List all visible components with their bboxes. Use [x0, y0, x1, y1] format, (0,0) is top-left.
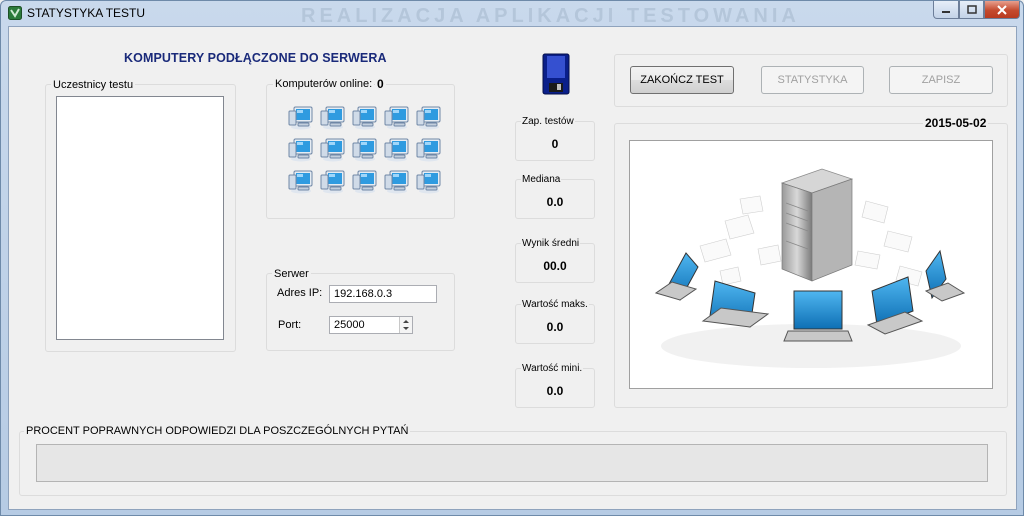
computer-monitor-icon	[352, 136, 378, 162]
port-label: Port:	[276, 319, 304, 331]
max-box: Wartość maks. 0.0	[515, 299, 595, 344]
tests-count-label: Zap. testów	[521, 116, 575, 127]
computers-online-label: Komputerów online:	[273, 78, 375, 90]
port-stepper-buttons[interactable]	[399, 317, 412, 333]
client-area: KOMPUTERY PODŁĄCZONE DO SERWERA Uczestni…	[8, 26, 1017, 510]
computer-monitor-icon	[416, 104, 442, 130]
save-button[interactable]: ZAPISZ	[889, 66, 993, 94]
average-label: Wynik średni	[521, 238, 581, 249]
port-stepper[interactable]: 25000	[329, 316, 413, 334]
tests-count-box: Zap. testów 0	[515, 116, 595, 161]
laptop-icon	[866, 276, 924, 335]
computer-monitor-icon	[288, 104, 314, 130]
computer-monitor-icon	[384, 168, 410, 194]
port-value: 25000	[334, 319, 365, 331]
title-bar[interactable]: STATYSTYKA TESTU REALIZACJA APLIKACJI TE…	[1, 1, 1023, 27]
minimize-button[interactable]	[933, 1, 959, 19]
computer-monitor-icon	[352, 104, 378, 130]
app-icon	[8, 6, 22, 20]
date-label: 2015-05-02	[923, 116, 989, 130]
min-value: 0.0	[546, 384, 564, 398]
floppy-disk-icon[interactable]	[542, 53, 570, 95]
illustration-svg	[654, 168, 966, 368]
computer-monitor-icon	[288, 136, 314, 162]
percent-label: PROCENT POPRAWNYCH ODPOWIEDZI DLA POSZCZ…	[24, 425, 411, 437]
median-value: 0.0	[546, 195, 564, 209]
laptop-icon	[924, 249, 966, 302]
max-label: Wartość maks.	[521, 299, 589, 310]
laptop-icon	[654, 252, 699, 301]
computer-monitor-icon	[416, 168, 442, 194]
arrow-down-icon[interactable]	[400, 325, 412, 333]
computers-online-count: 0	[375, 77, 386, 91]
average-box: Wynik średni 00.0	[515, 238, 595, 283]
maximize-icon	[966, 5, 977, 14]
close-icon	[997, 4, 1007, 15]
laptop-icon	[701, 280, 770, 328]
laptop-icon	[783, 290, 853, 342]
computer-monitor-icon	[416, 136, 442, 162]
min-box: Wartość mini. 0.0	[515, 363, 595, 408]
ip-input[interactable]: 192.168.0.3	[329, 285, 437, 303]
statistics-button[interactable]: STATYSTYKA	[761, 66, 864, 94]
server-network-illustration	[629, 140, 993, 389]
computer-monitor-icon	[320, 104, 346, 130]
participants-list[interactable]	[56, 96, 224, 340]
computer-monitor-icon	[320, 168, 346, 194]
participants-label: Uczestnicy testu	[51, 79, 136, 91]
median-box: Mediana 0.0	[515, 174, 595, 219]
computer-monitor-icon	[352, 168, 378, 194]
tests-count-value: 0	[551, 137, 559, 151]
main-title: KOMPUTERY PODŁĄCZONE DO SERWERA	[124, 51, 387, 65]
percent-chart-area	[36, 444, 988, 482]
maximize-button[interactable]	[959, 1, 984, 19]
minimize-icon	[942, 10, 950, 13]
ip-label: Adres IP:	[275, 287, 325, 299]
end-test-button[interactable]: ZAKOŃCZ TEST	[630, 66, 734, 94]
computer-monitor-icon	[384, 104, 410, 130]
server-label: Serwer	[272, 268, 311, 280]
close-button[interactable]	[984, 1, 1020, 19]
arrow-up-icon[interactable]	[400, 317, 412, 325]
app-window: STATYSTYKA TESTU REALIZACJA APLIKACJI TE…	[0, 0, 1024, 516]
window-title: STATYSTYKA TESTU	[27, 6, 146, 20]
window-title-ghost: REALIZACJA APLIKACJI TESTOWANIA	[301, 5, 800, 27]
computer-monitor-icon	[320, 136, 346, 162]
median-label: Mediana	[521, 174, 562, 185]
computer-monitor-icon	[384, 136, 410, 162]
average-value: 00.0	[543, 259, 567, 273]
computer-monitor-icon	[288, 168, 314, 194]
max-value: 0.0	[546, 320, 564, 334]
min-label: Wartość mini.	[521, 363, 584, 374]
